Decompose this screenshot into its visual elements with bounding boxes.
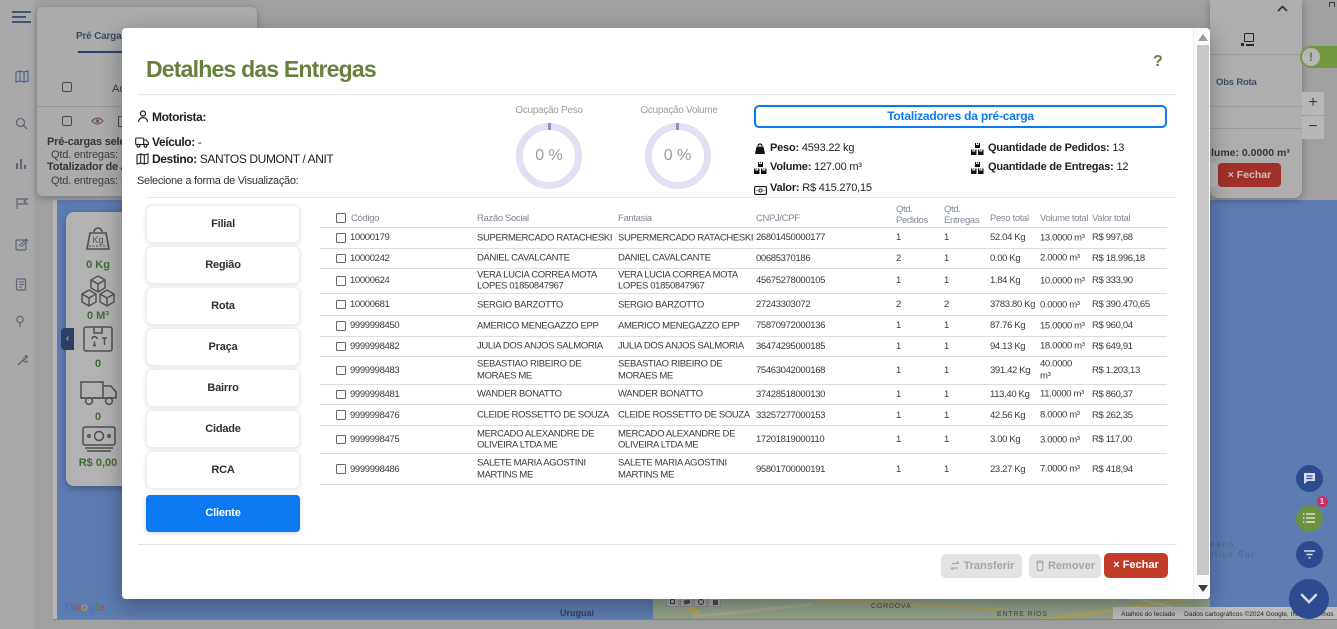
svg-text:Kg: Kg: [92, 235, 103, 245]
